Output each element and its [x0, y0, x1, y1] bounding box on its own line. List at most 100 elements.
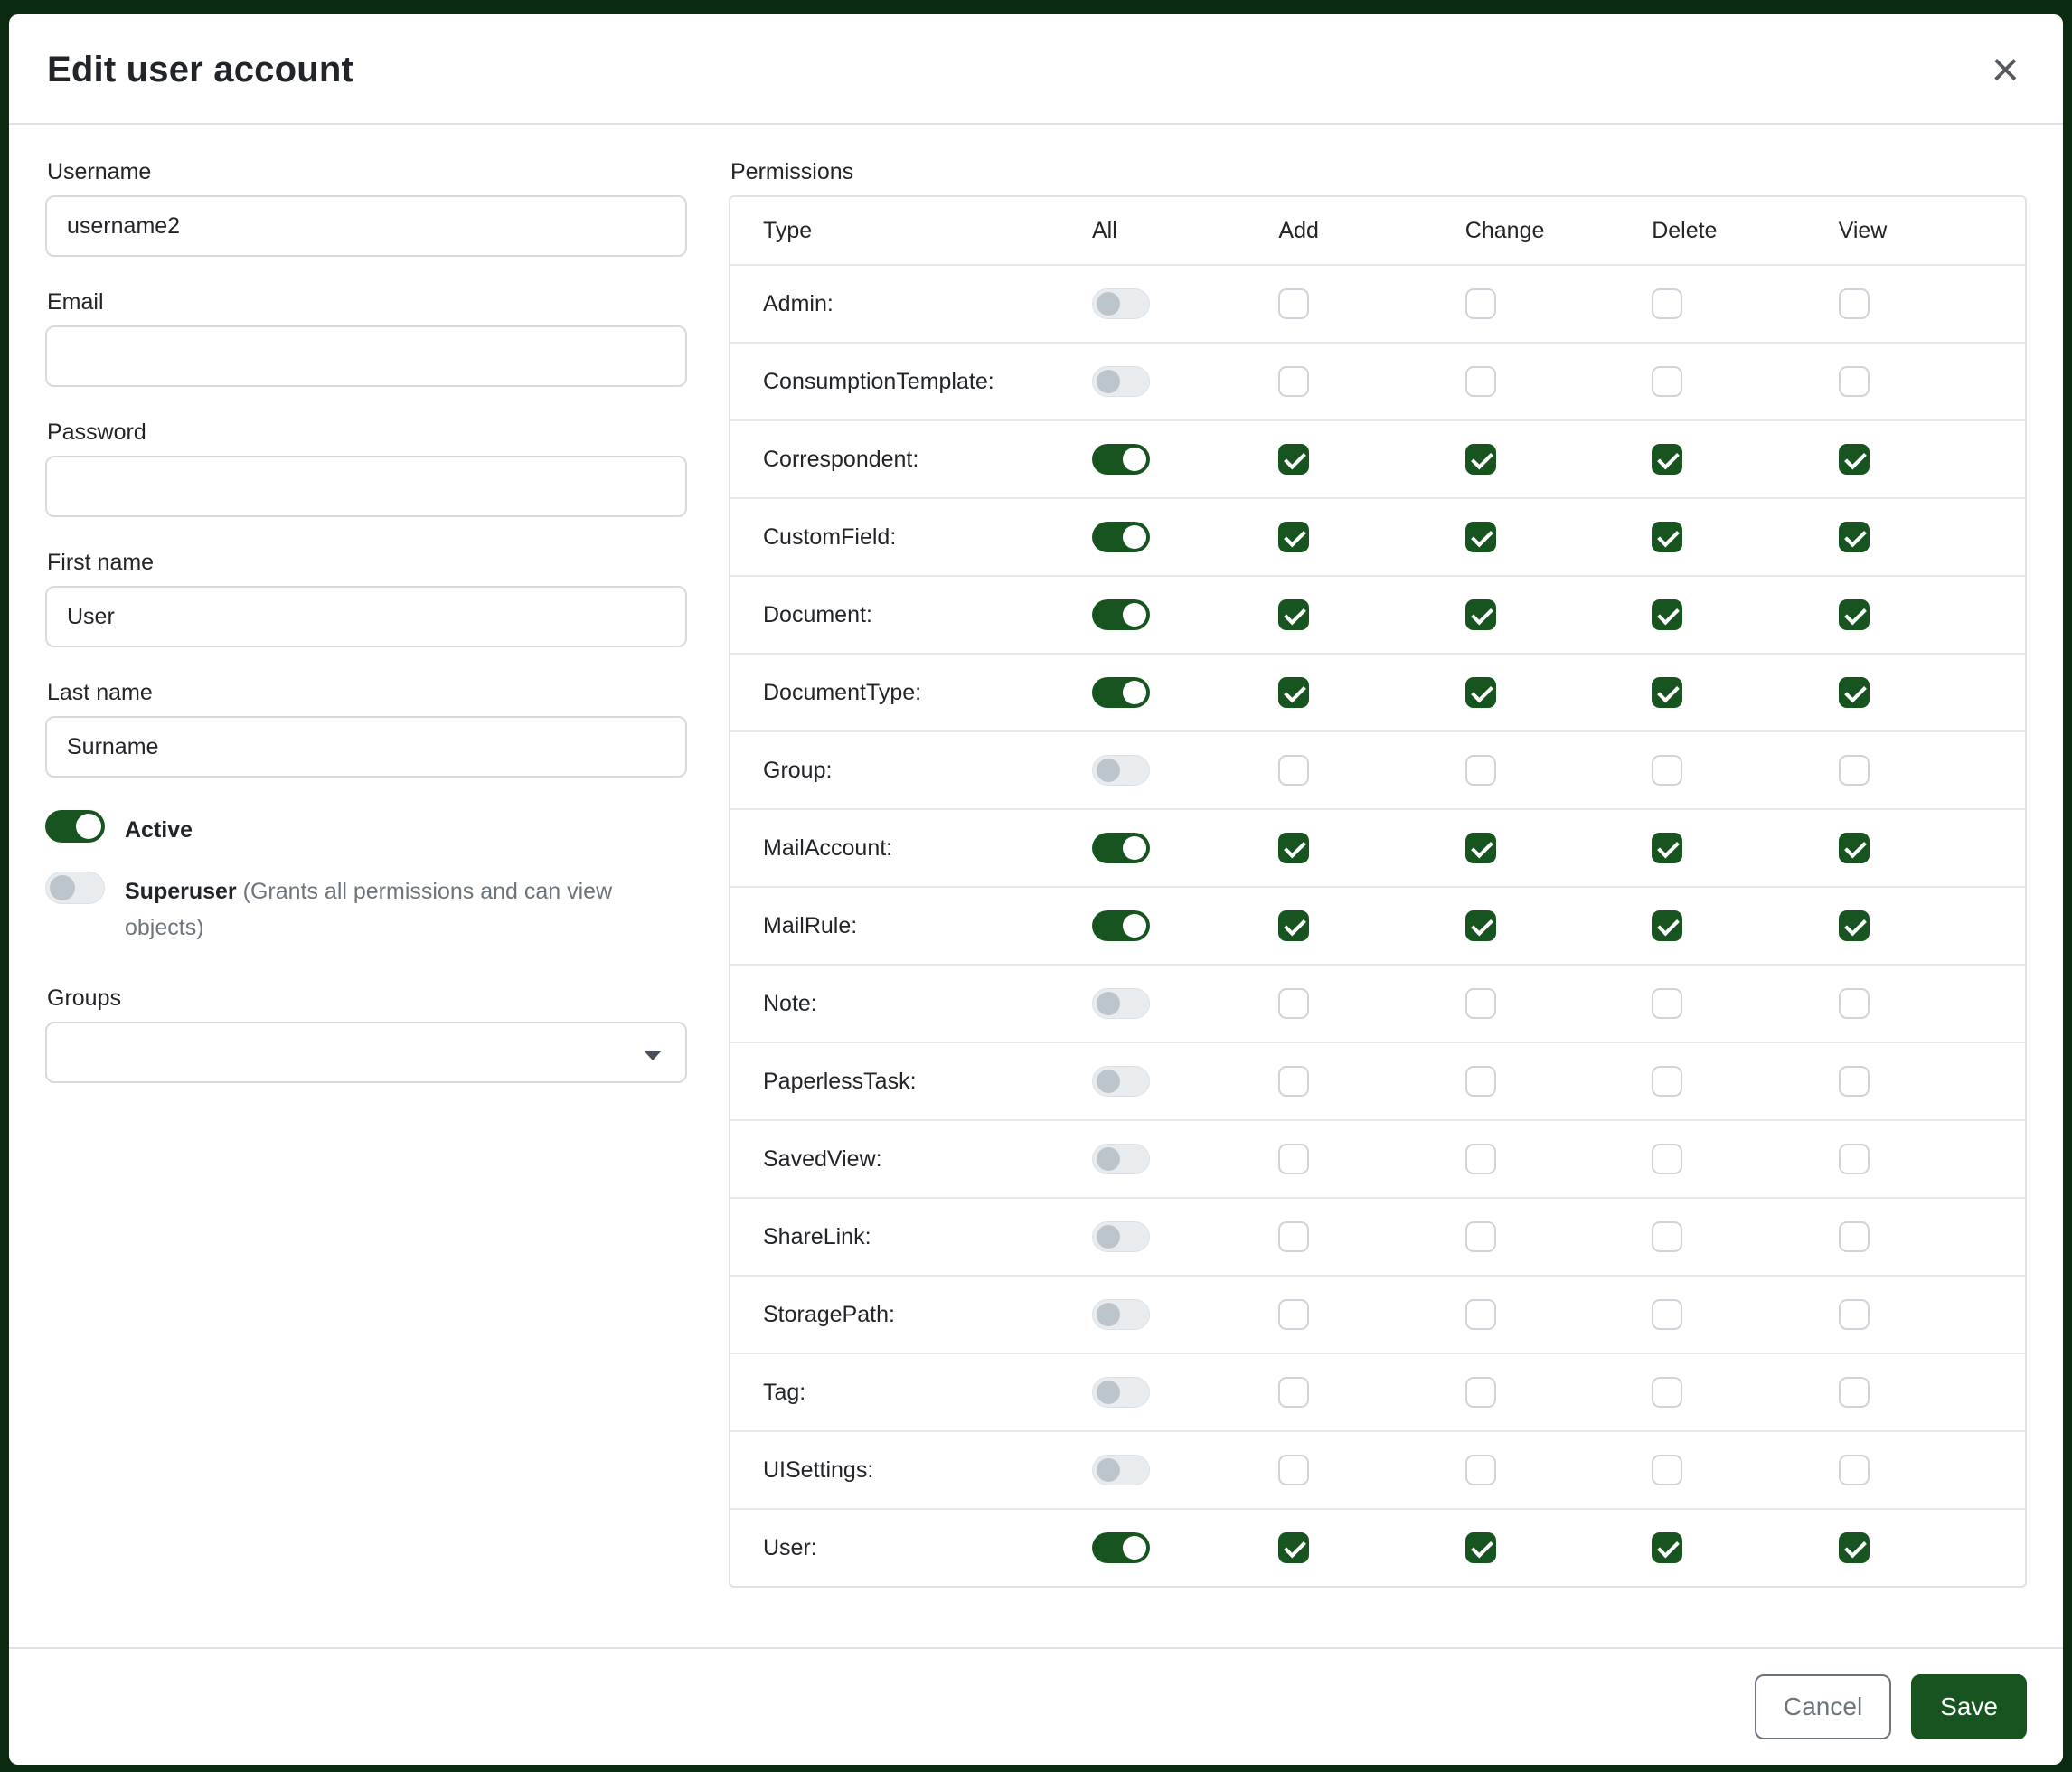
permission-view-checkbox[interactable]: [1839, 522, 1870, 552]
permission-all-toggle[interactable]: [1092, 1455, 1150, 1485]
last-name-input[interactable]: [45, 716, 687, 778]
permission-add-checkbox[interactable]: [1278, 988, 1309, 1019]
permission-all-toggle[interactable]: [1092, 1066, 1150, 1097]
permission-delete-checkbox[interactable]: [1652, 444, 1682, 475]
permission-view-checkbox[interactable]: [1839, 1532, 1870, 1563]
permission-delete-checkbox[interactable]: [1652, 1299, 1682, 1330]
permission-delete-checkbox[interactable]: [1652, 677, 1682, 708]
permission-all-toggle[interactable]: [1092, 988, 1150, 1019]
permission-change-checkbox[interactable]: [1465, 910, 1496, 941]
permission-change-checkbox[interactable]: [1465, 988, 1496, 1019]
permission-change-checkbox[interactable]: [1465, 1532, 1496, 1563]
permission-change-checkbox[interactable]: [1465, 1221, 1496, 1252]
permission-view-checkbox[interactable]: [1839, 1221, 1870, 1252]
permission-change-checkbox[interactable]: [1465, 366, 1496, 397]
superuser-toggle[interactable]: [45, 872, 105, 904]
permission-delete-checkbox[interactable]: [1652, 1066, 1682, 1097]
permission-all-toggle[interactable]: [1092, 288, 1150, 319]
username-input[interactable]: [45, 195, 687, 257]
email-label: Email: [47, 289, 687, 316]
permission-all-toggle[interactable]: [1092, 833, 1150, 863]
permission-delete-checkbox[interactable]: [1652, 366, 1682, 397]
permission-add-checkbox[interactable]: [1278, 366, 1309, 397]
permission-delete-checkbox[interactable]: [1652, 1377, 1682, 1408]
permission-change-checkbox[interactable]: [1465, 1455, 1496, 1485]
permission-view-checkbox[interactable]: [1839, 366, 1870, 397]
password-input[interactable]: [45, 456, 687, 517]
permission-change-checkbox[interactable]: [1465, 833, 1496, 863]
permission-view-checkbox[interactable]: [1839, 1066, 1870, 1097]
permission-all-toggle[interactable]: [1092, 599, 1150, 630]
permission-add-checkbox[interactable]: [1278, 1299, 1309, 1330]
permission-add-checkbox[interactable]: [1278, 522, 1309, 552]
permission-add-checkbox[interactable]: [1278, 755, 1309, 786]
email-input[interactable]: [45, 325, 687, 387]
permission-view-checkbox[interactable]: [1839, 1144, 1870, 1174]
permission-delete-checkbox[interactable]: [1652, 288, 1682, 319]
permission-view-checkbox[interactable]: [1839, 288, 1870, 319]
permission-add-checkbox[interactable]: [1278, 1532, 1309, 1563]
permission-delete-checkbox[interactable]: [1652, 1144, 1682, 1174]
permission-all-toggle[interactable]: [1092, 677, 1150, 708]
permission-all-toggle[interactable]: [1092, 366, 1150, 397]
permission-delete-checkbox[interactable]: [1652, 988, 1682, 1019]
permission-delete-checkbox[interactable]: [1652, 522, 1682, 552]
permission-all-toggle[interactable]: [1092, 1532, 1150, 1563]
permission-change-checkbox[interactable]: [1465, 288, 1496, 319]
permission-view-checkbox[interactable]: [1839, 677, 1870, 708]
permission-add-checkbox[interactable]: [1278, 1144, 1309, 1174]
permission-view-checkbox[interactable]: [1839, 444, 1870, 475]
active-toggle[interactable]: [45, 810, 105, 843]
permission-all-toggle[interactable]: [1092, 755, 1150, 786]
permission-change-checkbox[interactable]: [1465, 522, 1496, 552]
permission-add-checkbox[interactable]: [1278, 1377, 1309, 1408]
permission-change-checkbox[interactable]: [1465, 1299, 1496, 1330]
permission-view-checkbox[interactable]: [1839, 910, 1870, 941]
permission-delete-checkbox[interactable]: [1652, 833, 1682, 863]
permission-view-checkbox[interactable]: [1839, 1455, 1870, 1485]
permission-delete-checkbox[interactable]: [1652, 599, 1682, 630]
permission-change-checkbox[interactable]: [1465, 1066, 1496, 1097]
permission-add-checkbox[interactable]: [1278, 1066, 1309, 1097]
first-name-input[interactable]: [45, 586, 687, 647]
permission-change-checkbox[interactable]: [1465, 677, 1496, 708]
permission-add-checkbox[interactable]: [1278, 910, 1309, 941]
toggle-knob: [50, 875, 75, 900]
permission-add-checkbox[interactable]: [1278, 833, 1309, 863]
permission-view-checkbox[interactable]: [1839, 1299, 1870, 1330]
permission-delete-checkbox[interactable]: [1652, 1221, 1682, 1252]
permission-view-checkbox[interactable]: [1839, 599, 1870, 630]
permission-all-toggle[interactable]: [1092, 522, 1150, 552]
permission-change-checkbox[interactable]: [1465, 444, 1496, 475]
permission-delete-checkbox[interactable]: [1652, 1532, 1682, 1563]
permission-add-checkbox[interactable]: [1278, 444, 1309, 475]
permission-delete-checkbox[interactable]: [1652, 1455, 1682, 1485]
permission-all-toggle[interactable]: [1092, 1377, 1150, 1408]
permission-type-label: User:: [730, 1535, 1092, 1561]
permission-delete-checkbox[interactable]: [1652, 755, 1682, 786]
permission-view-checkbox[interactable]: [1839, 988, 1870, 1019]
permission-add-checkbox[interactable]: [1278, 288, 1309, 319]
cancel-button[interactable]: Cancel: [1755, 1674, 1891, 1739]
permission-all-toggle[interactable]: [1092, 444, 1150, 475]
permission-add-checkbox[interactable]: [1278, 1221, 1309, 1252]
permission-view-checkbox[interactable]: [1839, 755, 1870, 786]
permission-delete-checkbox[interactable]: [1652, 910, 1682, 941]
permission-all-toggle[interactable]: [1092, 1144, 1150, 1174]
save-button[interactable]: Save: [1911, 1674, 2027, 1739]
permission-change-checkbox[interactable]: [1465, 599, 1496, 630]
permission-all-toggle[interactable]: [1092, 910, 1150, 941]
groups-select[interactable]: [45, 1022, 687, 1083]
permission-add-checkbox[interactable]: [1278, 599, 1309, 630]
permission-add-checkbox[interactable]: [1278, 1455, 1309, 1485]
permission-type-label: Note:: [730, 991, 1092, 1017]
permission-all-toggle[interactable]: [1092, 1299, 1150, 1330]
permission-add-checkbox[interactable]: [1278, 677, 1309, 708]
close-icon[interactable]: ×: [1985, 45, 2025, 94]
permission-view-checkbox[interactable]: [1839, 833, 1870, 863]
permission-change-checkbox[interactable]: [1465, 1144, 1496, 1174]
permission-view-checkbox[interactable]: [1839, 1377, 1870, 1408]
permission-change-checkbox[interactable]: [1465, 1377, 1496, 1408]
permission-change-checkbox[interactable]: [1465, 755, 1496, 786]
permission-all-toggle[interactable]: [1092, 1221, 1150, 1252]
